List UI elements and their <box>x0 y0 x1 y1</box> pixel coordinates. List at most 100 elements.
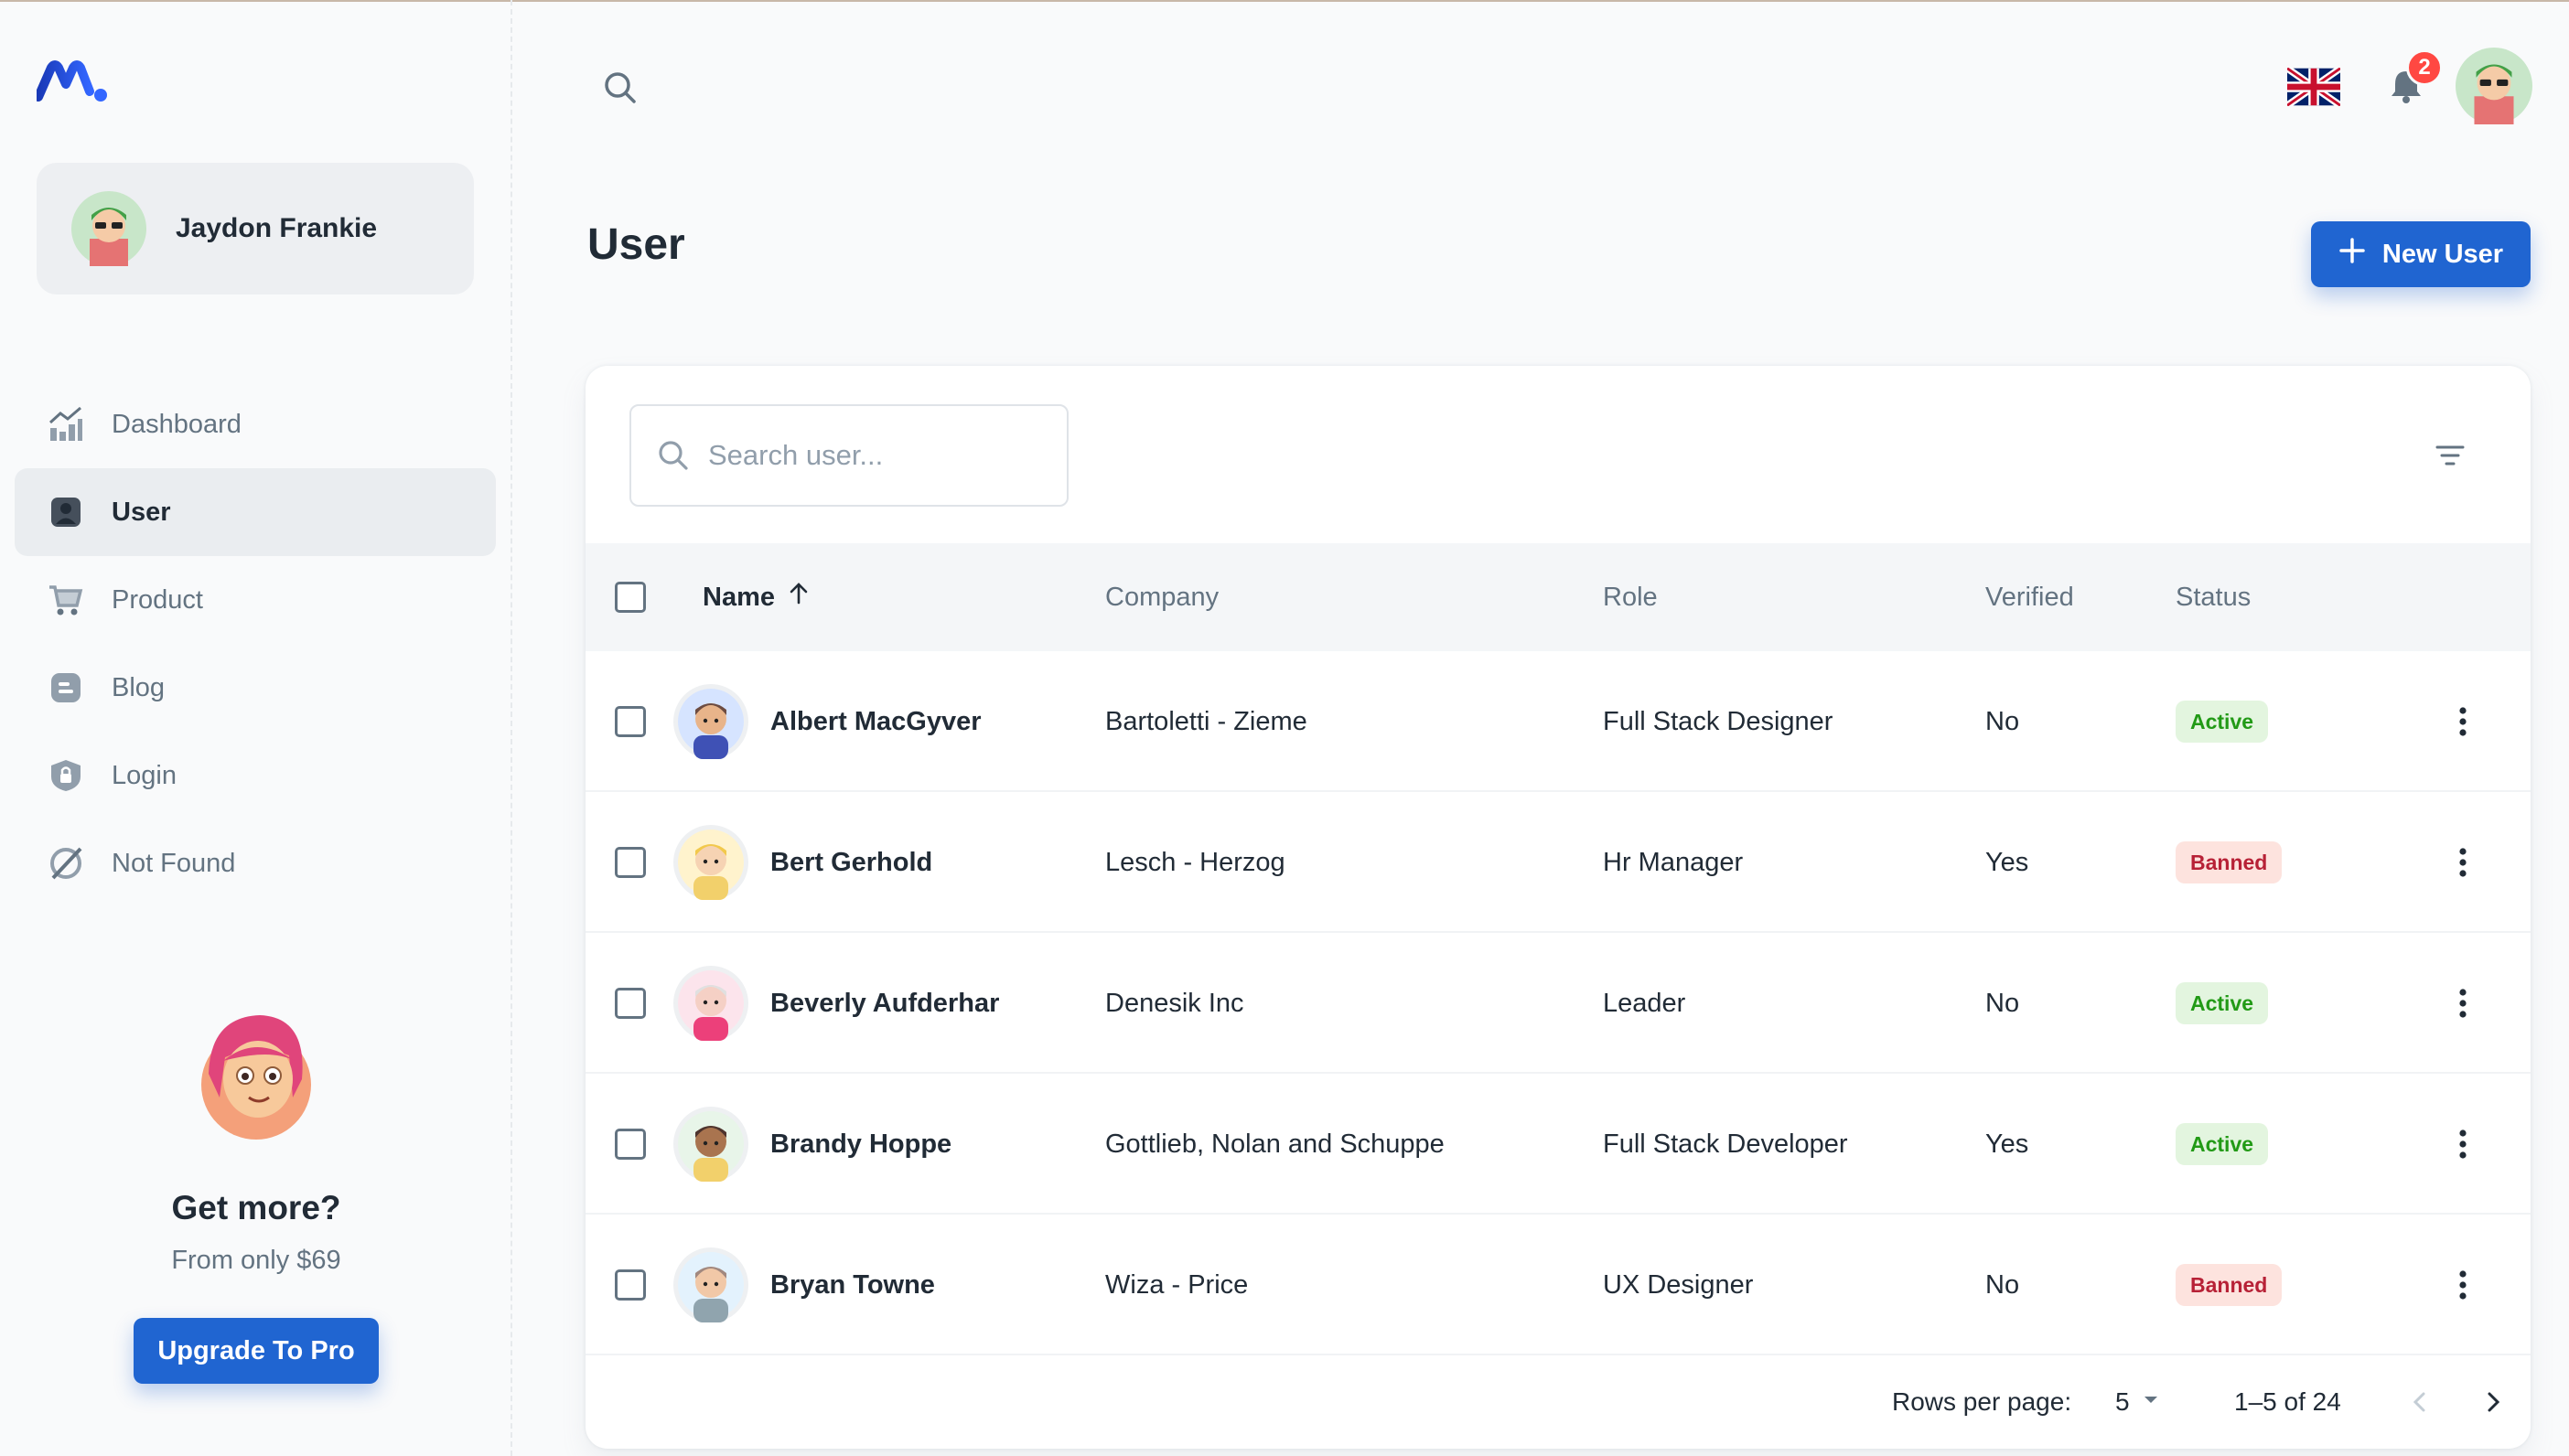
lock-icon <box>46 755 86 796</box>
more-vertical-icon[interactable] <box>2443 1124 2483 1164</box>
status-cell: Banned <box>2176 1215 2283 1355</box>
sidebar-item-login[interactable]: Login <box>15 732 496 819</box>
avatar <box>71 191 146 266</box>
row-checkbox[interactable] <box>615 1129 646 1160</box>
chevron-left-icon[interactable] <box>2406 1355 2434 1449</box>
column-role[interactable]: Role <box>1603 543 1658 651</box>
user-role: Full Stack Designer <box>1603 706 1833 736</box>
sidebar-item-product[interactable]: Product <box>15 556 496 644</box>
column-verified[interactable]: Verified <box>1985 543 2074 651</box>
avatar <box>673 825 748 900</box>
promo-title: Get more? <box>171 1189 341 1226</box>
flag-uk-icon[interactable] <box>2284 65 2343 109</box>
more-vertical-icon[interactable] <box>2443 983 2483 1023</box>
filter-list-icon[interactable] <box>2432 437 2468 474</box>
table-row[interactable]: Bert Gerhold Lesch - Herzog Hr Manager Y… <box>586 792 2531 933</box>
row-checkbox[interactable] <box>615 1269 646 1301</box>
search-field[interactable] <box>629 404 1069 507</box>
more-vertical-icon[interactable] <box>2443 842 2483 883</box>
user-company: Denesik Inc <box>1105 988 1244 1018</box>
page-range: 1–5 of 24 <box>2234 1387 2341 1416</box>
disabled-icon <box>46 843 86 883</box>
user-name: Bryan Towne <box>770 1269 935 1300</box>
page-title: User <box>587 220 685 269</box>
new-user-label: New User <box>2381 239 2504 269</box>
promo-subtitle: From only $69 <box>171 1246 341 1275</box>
account-card[interactable]: Jaydon Frankie <box>37 163 474 294</box>
row-checkbox[interactable] <box>615 988 646 1019</box>
blog-icon <box>46 668 86 708</box>
column-name-label: Name <box>703 582 775 612</box>
column-status[interactable]: Status <box>2176 543 2251 651</box>
more-vertical-icon[interactable] <box>2443 1265 2483 1305</box>
promo-illustration <box>183 997 329 1143</box>
user-icon <box>46 492 86 532</box>
user-name: Brandy Hoppe <box>770 1129 952 1159</box>
status-cell: Banned <box>2176 792 2283 933</box>
table-row[interactable]: Brandy Hoppe Gottlieb, Nolan and Schuppe… <box>586 1074 2531 1215</box>
search-input[interactable] <box>708 439 1056 472</box>
user-role: UX Designer <box>1603 1269 1754 1300</box>
status-badge: Banned <box>2176 1264 2283 1306</box>
user-company: Gottlieb, Nolan and Schuppe <box>1105 1129 1445 1159</box>
column-name[interactable]: Name <box>703 543 812 651</box>
sidebar-item-dashboard[interactable]: Dashboard <box>15 380 496 468</box>
arrow-up-icon <box>786 581 812 614</box>
sidebar: Jaydon Frankie Dashboard User Product Bl… <box>0 0 512 1456</box>
sidebar-item-label: Blog <box>112 672 166 702</box>
sidebar-nav: Dashboard User Product Blog Login Not Fo… <box>15 380 496 907</box>
search-icon <box>657 439 690 472</box>
user-verified: Yes <box>1985 1129 2029 1159</box>
rows-per-page-label: Rows per page: <box>1892 1387 2072 1416</box>
user-name: Albert MacGyver <box>770 706 982 736</box>
sidebar-item-label: User <box>112 497 171 527</box>
user-verified: Yes <box>1985 847 2029 877</box>
user-name: Beverly Aufderhar <box>770 988 1000 1018</box>
row-checkbox[interactable] <box>615 706 646 737</box>
table-row[interactable]: Bryan Towne Wiza - Price UX Designer No … <box>586 1215 2531 1355</box>
analytics-icon <box>46 404 86 444</box>
upgrade-promo: Get more? From only $69 Upgrade To Pro <box>0 997 512 1384</box>
rows-per-page-select[interactable]: 5 <box>2115 1355 2163 1449</box>
user-table-card: Name Company Role Verified Status Albe <box>586 366 2531 1449</box>
status-badge: Active <box>2176 701 2269 743</box>
user-role: Leader <box>1603 988 1686 1018</box>
status-badge: Active <box>2176 1123 2269 1165</box>
table-header: Name Company Role Verified Status <box>586 543 2531 651</box>
logo-icon[interactable] <box>34 60 110 104</box>
chevron-right-icon[interactable] <box>2479 1355 2507 1449</box>
caret-down-icon <box>2139 1387 2163 1418</box>
user-name: Bert Gerhold <box>770 847 933 877</box>
status-badge: Active <box>2176 982 2269 1024</box>
user-company: Wiza - Price <box>1105 1269 1249 1300</box>
account-name: Jaydon Frankie <box>176 213 378 243</box>
sidebar-item-label: Not Found <box>112 848 236 878</box>
sidebar-item-not-found[interactable]: Not Found <box>15 819 496 907</box>
upgrade-button[interactable]: Upgrade To Pro <box>134 1318 379 1384</box>
search-icon[interactable] <box>602 70 639 106</box>
status-badge: Banned <box>2176 841 2283 883</box>
sidebar-item-blog[interactable]: Blog <box>15 644 496 732</box>
sidebar-item-label: Product <box>112 584 203 615</box>
sidebar-item-user[interactable]: User <box>15 468 496 556</box>
user-role: Full Stack Developer <box>1603 1129 1848 1159</box>
status-cell: Active <box>2176 933 2269 1074</box>
avatar <box>673 1247 748 1322</box>
table-row[interactable]: Beverly Aufderhar Denesik Inc Leader No … <box>586 933 2531 1074</box>
user-company: Lesch - Herzog <box>1105 847 1285 877</box>
select-all-checkbox[interactable] <box>615 582 646 613</box>
avatar <box>673 966 748 1041</box>
new-user-button[interactable]: New User <box>2311 221 2531 287</box>
status-cell: Active <box>2176 651 2269 792</box>
row-checkbox[interactable] <box>615 847 646 878</box>
sidebar-item-label: Dashboard <box>112 409 242 439</box>
user-company: Bartoletti - Zieme <box>1105 706 1307 736</box>
pagination: Rows per page: 5 1–5 of 24 <box>586 1355 2531 1449</box>
avatar <box>673 684 748 759</box>
cart-icon <box>46 580 86 620</box>
more-vertical-icon[interactable] <box>2443 701 2483 742</box>
column-company[interactable]: Company <box>1105 543 1219 651</box>
rows-per-page-value: 5 <box>2115 1387 2130 1416</box>
table-row[interactable]: Albert MacGyver Bartoletti - Zieme Full … <box>586 651 2531 792</box>
avatar[interactable] <box>2456 48 2532 124</box>
